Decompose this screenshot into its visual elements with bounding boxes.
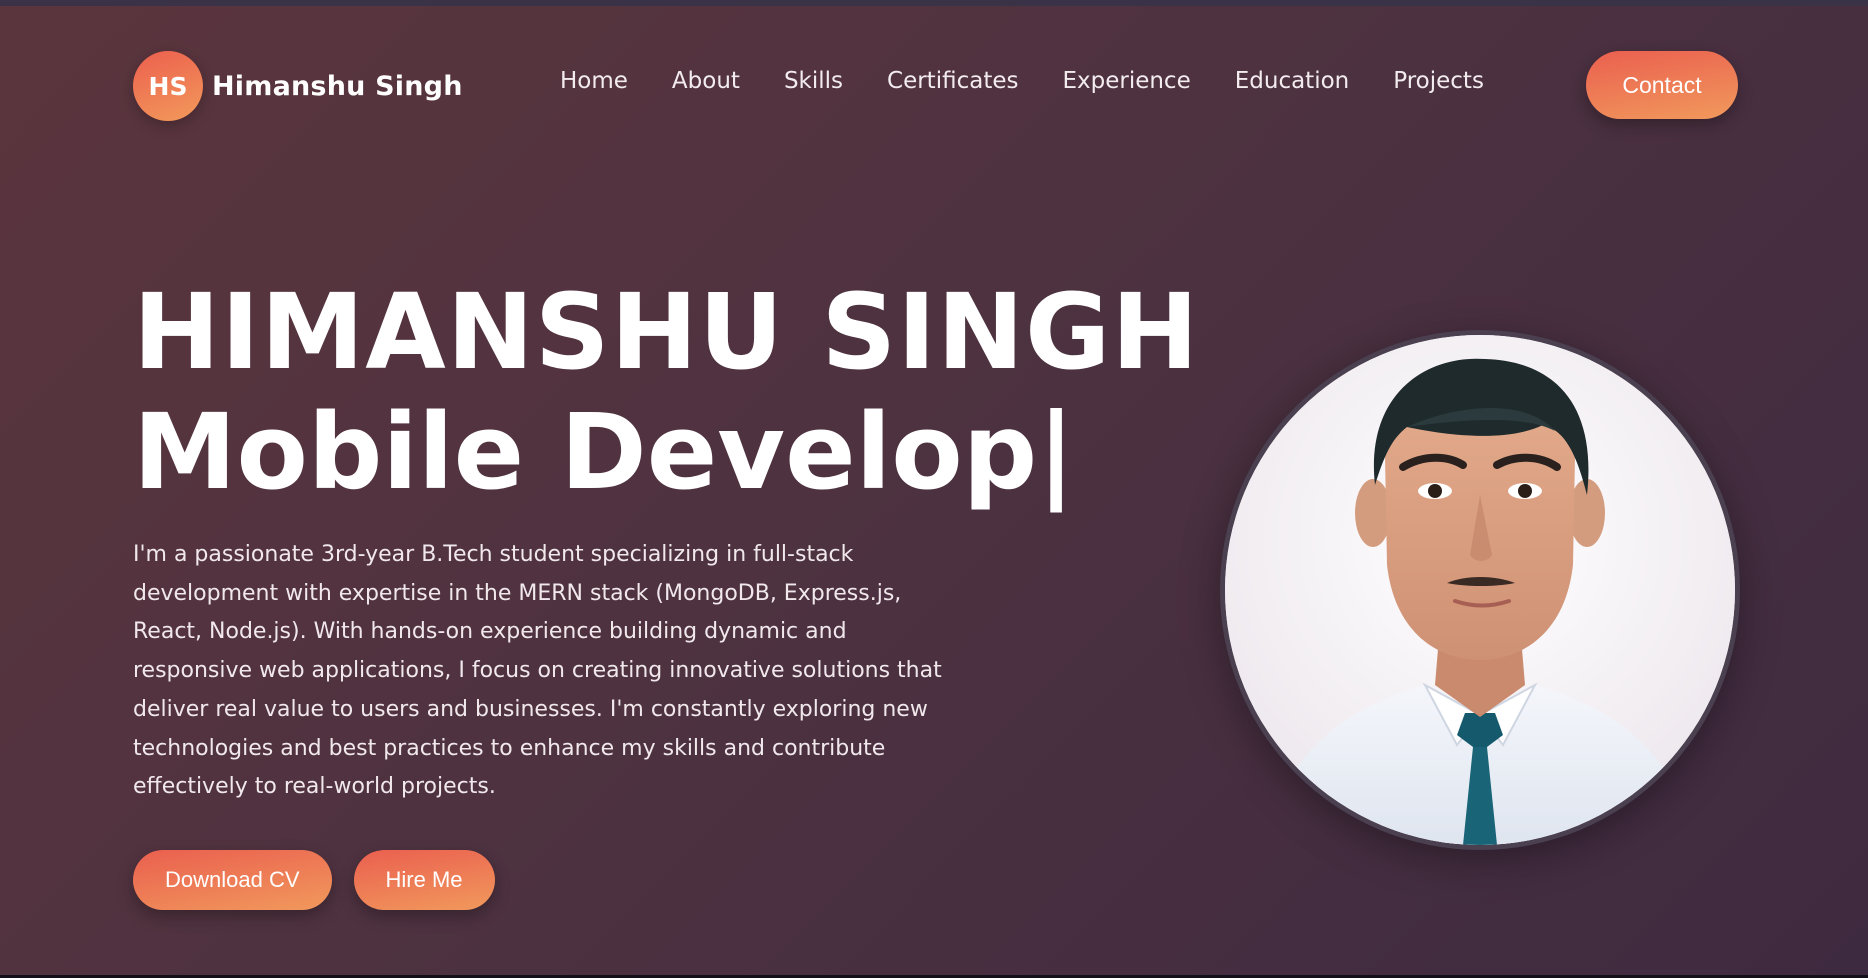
contact-button[interactable]: Contact: [1586, 51, 1738, 119]
nav-item-projects[interactable]: Projects: [1393, 68, 1484, 94]
nav-item-certificates[interactable]: Certificates: [887, 68, 1018, 94]
hero-description: I'm a passionate 3rd-year B.Tech student…: [133, 542, 942, 800]
logo[interactable]: HS Himanshu Singh: [133, 51, 463, 121]
logo-badge: HS: [133, 51, 203, 121]
nav-item-education[interactable]: Education: [1235, 68, 1350, 94]
hire-me-button[interactable]: Hire Me: [353, 850, 495, 910]
nav-menu: Home About Skills Certificates Experienc…: [560, 68, 1484, 94]
download-cv-button[interactable]: Download CV: [133, 850, 332, 910]
nav-item-about[interactable]: About: [672, 68, 740, 94]
hero-buttons: Download CV Hire Me: [133, 850, 495, 910]
top-strip: [0, 0, 1868, 6]
logo-name: Himanshu Singh: [212, 70, 463, 102]
nav-item-home[interactable]: Home: [560, 68, 628, 94]
nav-item-experience[interactable]: Experience: [1062, 68, 1190, 94]
hero-name: HIMANSHU SINGH: [133, 271, 1200, 393]
profile-photo: [1225, 335, 1735, 845]
nav-item-skills[interactable]: Skills: [784, 68, 843, 94]
hero-typed-role: Mobile Develop|: [133, 391, 1076, 513]
profile-photo-illustration: [1225, 335, 1735, 845]
